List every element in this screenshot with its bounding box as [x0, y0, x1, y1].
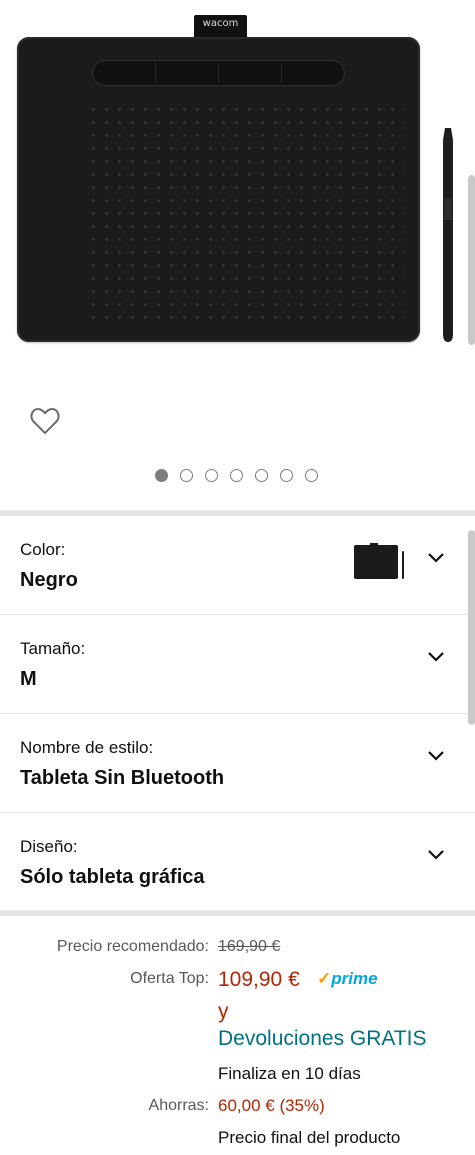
- list-price-label: Precio recomendado:: [56, 938, 209, 955]
- scrollbar-thumb[interactable]: [468, 175, 475, 345]
- carousel-dots: [155, 469, 318, 482]
- chevron-down-icon: [428, 850, 444, 860]
- chevron-down-icon: [428, 751, 444, 761]
- conjunction-text: y: [218, 1000, 229, 1023]
- section-divider: [0, 910, 475, 916]
- variation-row-style[interactable]: Nombre de estilo: Tableta Sin Bluetooth: [0, 714, 475, 813]
- carousel-dot[interactable]: [155, 469, 168, 482]
- carousel-dot[interactable]: [230, 469, 243, 482]
- scrollbar-thumb[interactable]: [468, 530, 475, 725]
- express-keys-bar: [92, 60, 345, 86]
- variation-row-size[interactable]: Tamaño: M: [0, 615, 475, 714]
- variation-row-color[interactable]: Color: Negro: [0, 516, 475, 615]
- prime-badge[interactable]: ✓prime: [317, 969, 378, 989]
- variation-row-design[interactable]: Diseño: Sólo tableta gráfica: [0, 813, 475, 912]
- deal-ends-text: Finaliza en 10 días: [218, 1064, 361, 1083]
- variation-value: M: [20, 668, 37, 690]
- savings-label: Ahorras:: [148, 1097, 209, 1114]
- prime-text: prime: [331, 969, 378, 988]
- savings-value: 60,00 € (35%): [218, 1096, 325, 1115]
- list-price-value: 169,90 €: [218, 938, 281, 955]
- carousel-dot[interactable]: [205, 469, 218, 482]
- variation-value: Negro: [20, 569, 78, 591]
- variation-value: Sólo tableta gráfica: [20, 866, 205, 888]
- final-price-note: Precio final del producto: [218, 1128, 401, 1147]
- variation-label: Diseño:: [20, 837, 78, 856]
- variation-selectors: Color: Negro Tamaño: M Nombre de estilo:…: [0, 516, 475, 912]
- color-swatch-thumbnail: [354, 543, 404, 579]
- variation-label: Tamaño:: [20, 639, 86, 658]
- carousel-dot[interactable]: [255, 469, 268, 482]
- variation-label: Nombre de estilo:: [20, 738, 154, 757]
- carousel-dot[interactable]: [280, 469, 293, 482]
- deal-price: 109,90 €: [218, 968, 300, 991]
- chevron-down-icon: [428, 553, 444, 563]
- carousel-dot[interactable]: [305, 469, 318, 482]
- deal-label: Oferta Top:: [130, 970, 209, 987]
- variation-value: Tableta Sin Bluetooth: [20, 767, 225, 789]
- product-image-tablet: [17, 37, 420, 342]
- active-area-grid: [87, 103, 405, 323]
- chevron-down-icon: [428, 652, 444, 662]
- prime-check-icon: ✓: [317, 969, 332, 988]
- free-returns-link[interactable]: Devoluciones GRATIS: [218, 1027, 427, 1051]
- product-image-pen: [443, 128, 453, 342]
- heart-icon[interactable]: [30, 407, 60, 435]
- wacom-logo-text: wacom: [202, 18, 239, 29]
- carousel-dot[interactable]: [180, 469, 193, 482]
- variation-label: Color:: [20, 540, 66, 559]
- product-image-gallery[interactable]: wacom: [0, 0, 475, 510]
